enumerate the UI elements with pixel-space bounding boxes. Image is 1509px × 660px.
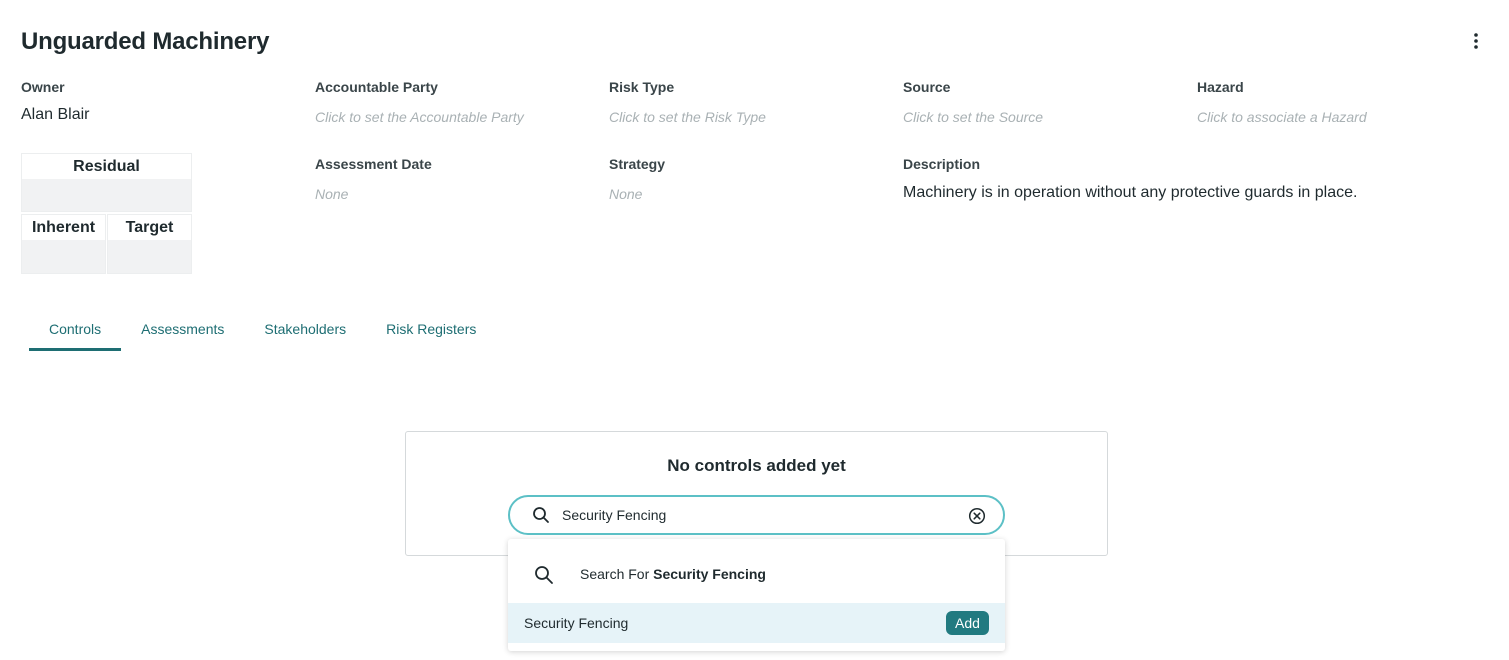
residual-score-value xyxy=(22,179,191,211)
inherent-label: Inherent xyxy=(31,219,96,236)
vertical-ellipsis-icon xyxy=(1474,33,1478,49)
accountable-party-field: Accountable Party Click to set the Accou… xyxy=(315,79,585,125)
search-results-dropdown: Search For Security Fencing Security Fen… xyxy=(508,539,1005,651)
empty-state-title: No controls added yet xyxy=(667,456,846,475)
search-result-label: Security Fencing xyxy=(524,615,629,631)
assessment-date-field: Assessment Date None xyxy=(315,156,585,202)
residual-label: Residual xyxy=(73,158,140,175)
search-for-term: Security Fencing xyxy=(653,566,766,582)
risk-detail-page: Unguarded Machinery Owner Alan Blair Acc… xyxy=(0,0,1509,660)
search-icon xyxy=(533,507,549,523)
page-title: Unguarded Machinery xyxy=(21,28,270,55)
owner-field: Owner Alan Blair xyxy=(21,79,291,124)
tab-assessments[interactable]: Assessments xyxy=(121,312,244,351)
control-search-input[interactable] xyxy=(562,503,957,527)
assessment-date-label: Assessment Date xyxy=(315,156,432,172)
owner-value[interactable]: Alan Blair xyxy=(21,106,291,124)
inherent-score-value xyxy=(22,240,105,273)
accountable-party-label: Accountable Party xyxy=(315,79,438,95)
add-control-button[interactable]: Add xyxy=(946,611,989,635)
source-field: Source Click to set the Source xyxy=(903,79,1173,125)
source-value[interactable]: Click to set the Source xyxy=(903,109,1173,125)
residual-score[interactable]: Residual xyxy=(21,153,192,212)
tab-controls[interactable]: Controls xyxy=(29,312,122,351)
detail-tabs: Controls Assessments Stakeholders Risk R… xyxy=(29,312,496,352)
owner-label: Owner xyxy=(21,79,65,95)
search-for-text: Search For Security Fencing xyxy=(580,566,766,582)
target-score-value xyxy=(108,240,191,273)
search-for-option[interactable]: Search For Security Fencing xyxy=(508,551,1005,599)
source-label: Source xyxy=(903,79,951,95)
tab-risk-registers[interactable]: Risk Registers xyxy=(366,312,496,351)
strategy-value[interactable]: None xyxy=(609,186,879,202)
assessment-date-value[interactable]: None xyxy=(315,186,585,202)
risk-type-label: Risk Type xyxy=(609,79,675,95)
inherent-score[interactable]: Inherent xyxy=(21,214,106,274)
risk-type-field: Risk Type Click to set the Risk Type xyxy=(609,79,879,125)
search-icon xyxy=(535,566,553,584)
target-label: Target xyxy=(125,219,174,236)
strategy-label: Strategy xyxy=(609,156,666,172)
clear-circle-icon[interactable] xyxy=(968,507,986,525)
target-score[interactable]: Target xyxy=(107,214,192,274)
control-search-box xyxy=(508,495,1005,535)
accountable-party-value[interactable]: Click to set the Accountable Party xyxy=(315,109,585,125)
hazard-label: Hazard xyxy=(1197,79,1244,95)
description-field: Description Machinery is in operation wi… xyxy=(903,156,1483,202)
description-value[interactable]: Machinery is in operation without any pr… xyxy=(903,184,1483,202)
more-options-button[interactable] xyxy=(1466,31,1486,51)
search-result-item[interactable]: Security Fencing Add xyxy=(508,603,1005,643)
risk-type-value[interactable]: Click to set the Risk Type xyxy=(609,109,879,125)
hazard-value[interactable]: Click to associate a Hazard xyxy=(1197,109,1467,125)
controls-empty-state: No controls added yet xyxy=(405,431,1108,556)
tab-stakeholders[interactable]: Stakeholders xyxy=(244,312,366,351)
search-for-prefix: Search For xyxy=(580,566,650,582)
hazard-field: Hazard Click to associate a Hazard xyxy=(1197,79,1467,125)
description-label: Description xyxy=(903,156,981,172)
strategy-field: Strategy None xyxy=(609,156,879,202)
